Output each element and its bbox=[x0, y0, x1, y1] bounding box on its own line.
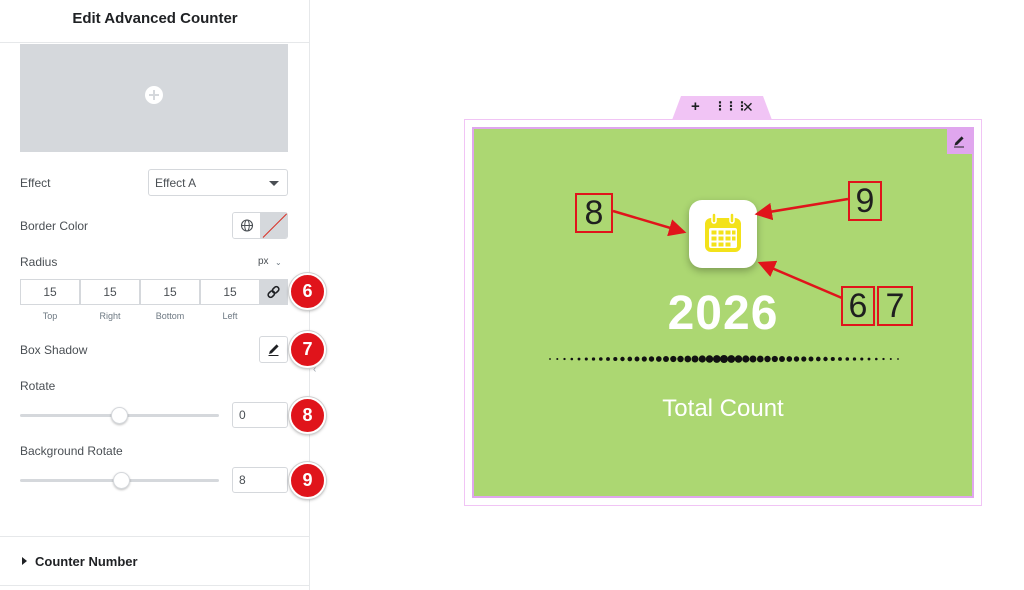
arrow-6-7 bbox=[757, 260, 843, 300]
annotation-arrows bbox=[612, 197, 849, 300]
arrow-8 bbox=[612, 209, 687, 237]
arrow-9 bbox=[754, 197, 849, 221]
